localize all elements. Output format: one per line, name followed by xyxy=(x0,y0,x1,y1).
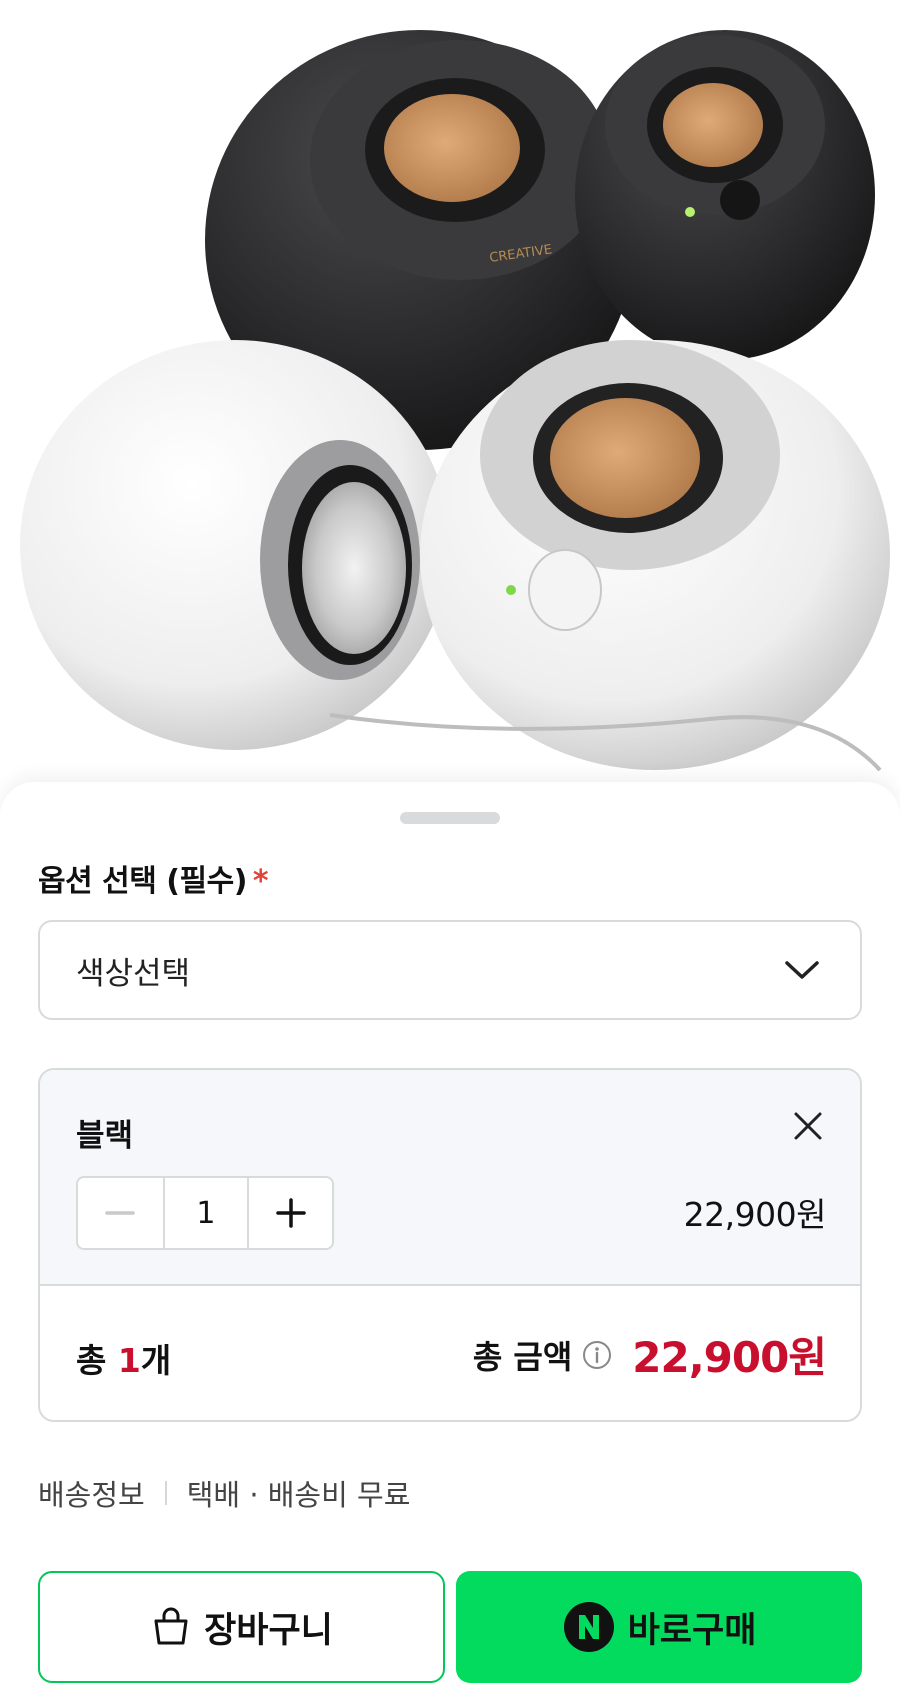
add-to-cart-button[interactable]: 장바구니 xyxy=(38,1571,445,1683)
total-amount-group: 총 금액 22,900원 xyxy=(472,1324,827,1385)
shipping-info: 배송정보 택배 · 배송비 무료 xyxy=(38,1472,410,1514)
selected-item-name: 블랙 xyxy=(76,1118,134,1154)
sheet-drag-handle[interactable] xyxy=(400,812,500,824)
cart-button-label: 장바구니 xyxy=(204,1610,333,1651)
quantity-value-cell[interactable]: 1 xyxy=(162,1178,248,1248)
total-amount-label: 총 금액 xyxy=(472,1337,573,1376)
selected-item-row: 블랙 1 22,900원 xyxy=(40,1070,860,1286)
buy-now-button[interactable]: 바로구매 xyxy=(456,1571,862,1683)
quantity-value: 1 xyxy=(196,1195,216,1231)
option-section-title: 옵션 선택 (필수) * xyxy=(38,856,269,900)
chevron-down-icon xyxy=(785,961,819,979)
quantity-stepper: 1 xyxy=(76,1176,334,1250)
shipping-label: 배송정보 xyxy=(38,1478,145,1512)
total-count-value: 1 xyxy=(117,1341,141,1380)
item-price: 22,900원 xyxy=(683,1195,827,1234)
total-amount-value: 22,900원 xyxy=(632,1333,827,1382)
total-count-prefix: 총 xyxy=(76,1341,118,1380)
total-count-suffix: 개 xyxy=(140,1341,172,1380)
color-select-dropdown[interactable]: 색상선택 xyxy=(38,920,862,1020)
shipping-detail: 택배 · 배송비 무료 xyxy=(186,1478,411,1512)
required-mark: * xyxy=(252,864,269,899)
total-count: 총 1개 xyxy=(76,1334,171,1382)
decrease-button[interactable] xyxy=(78,1178,163,1248)
shopping-bag-icon xyxy=(154,1607,188,1645)
increase-button[interactable] xyxy=(247,1178,332,1248)
plus-icon xyxy=(275,1198,306,1228)
option-title-text: 옵션 선택 (필수) xyxy=(38,864,247,899)
close-icon[interactable] xyxy=(792,1110,824,1142)
product-image: CREATIVE xyxy=(0,0,900,800)
info-icon[interactable] xyxy=(582,1340,612,1370)
buy-button-label: 바로구매 xyxy=(627,1610,757,1651)
color-select-placeholder: 색상선택 xyxy=(76,955,191,992)
selected-option-card: 블랙 1 22,900원 총 1개 총 금액 22,900원 xyxy=(38,1068,862,1422)
minus-icon xyxy=(105,1211,136,1215)
shipping-divider xyxy=(164,1481,167,1505)
speakers-illustration: CREATIVE xyxy=(20,30,890,772)
naver-pay-icon xyxy=(563,1602,614,1652)
